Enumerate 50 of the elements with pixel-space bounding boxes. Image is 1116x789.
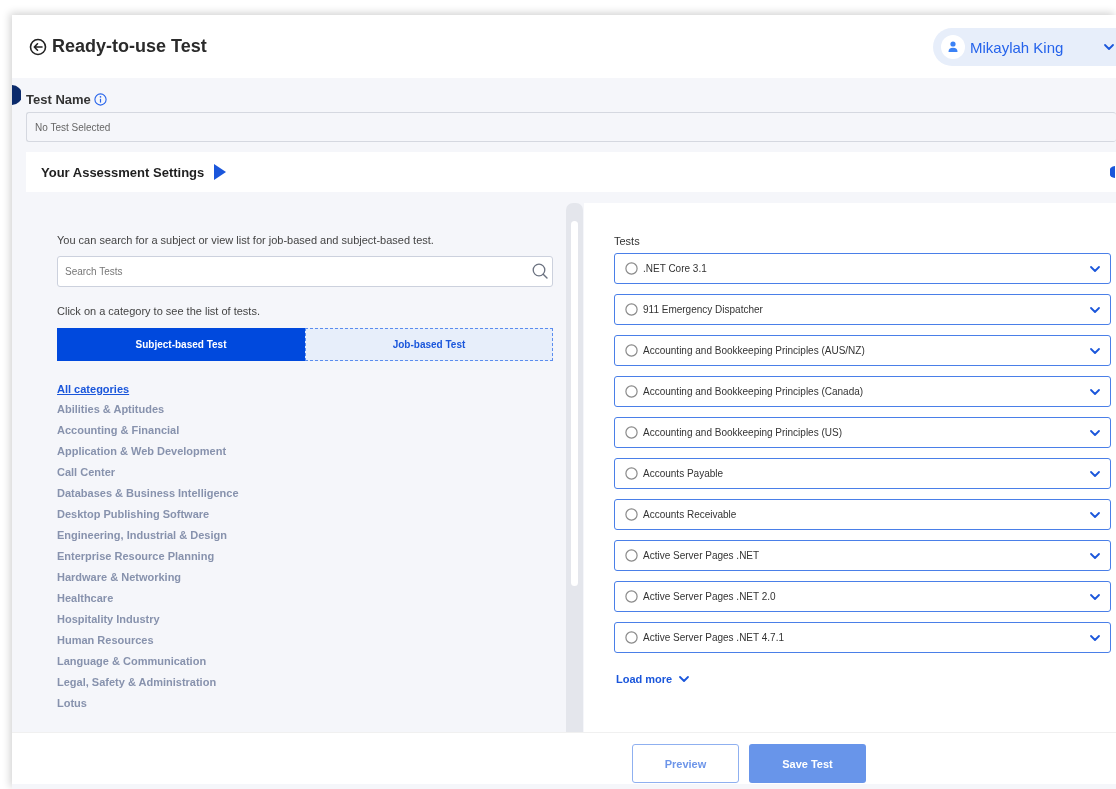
category-item[interactable]: Language & Communication	[57, 654, 207, 675]
category-item[interactable]: Call Center	[57, 465, 116, 486]
test-name-field[interactable]: No Test Selected	[26, 112, 1116, 142]
category-item[interactable]: Hardware & Networking	[57, 570, 182, 591]
test-type-tab[interactable]: Job-based Test	[305, 328, 553, 361]
test-name: Accounts Receivable	[643, 509, 738, 520]
test-item[interactable]: Accounts Payable	[614, 458, 1111, 489]
test-item[interactable]: 911 Emergency Dispatcher	[614, 294, 1111, 325]
category-item[interactable]: Engineering, Industrial & Design	[57, 528, 227, 549]
test-item[interactable]: Active Server Pages .NET 2.0	[614, 581, 1111, 612]
category-item[interactable]: Enterprise Resource Planning	[57, 549, 215, 570]
load-more-link[interactable]: Load more	[616, 673, 691, 685]
test-item[interactable]: Active Server Pages .NET 4.7.1	[614, 622, 1111, 653]
all-categories-link[interactable]: All categories	[57, 383, 130, 395]
category-item[interactable]: Legal, Safety & Administration	[57, 675, 217, 696]
save-button[interactable]: Save Test	[749, 744, 866, 783]
test-type-tab[interactable]: Subject-based Test	[57, 328, 305, 361]
preview-button[interactable]: Preview	[632, 744, 739, 783]
test-name: 911 Emergency Dispatcher	[643, 304, 764, 315]
settings-bar[interactable]: Your Assessment Settings	[26, 152, 1116, 192]
test-item[interactable]: Accounting and Bookkeeping Principles (Canada)	[614, 376, 1111, 407]
test-name: Accounts Payable	[643, 468, 725, 479]
test-name: Active Server Pages .NET	[643, 550, 761, 561]
category-item[interactable]: Application & Web Development	[57, 444, 227, 465]
test-item[interactable]: Active Server Pages .NET	[614, 540, 1111, 571]
test-name: Accounting and Bookkeeping Principles (AUS/NZ)	[643, 345, 866, 356]
test-item[interactable]: Accounting and Bookkeeping Principles (AUS/NZ)	[614, 335, 1111, 366]
category-item[interactable]: Accounting & Financial	[57, 423, 180, 444]
category-item[interactable]: Hospitality Industry	[57, 612, 160, 633]
test-item[interactable]: Accounts Receivable	[614, 499, 1111, 530]
test-item[interactable]: Accounting and Bookkeeping Principles (US)	[614, 417, 1111, 448]
field-label: Test Name	[26, 92, 91, 107]
test-name: Accounting and Bookkeeping Principles (US)	[643, 427, 843, 438]
category-item[interactable]: Lotus	[57, 696, 87, 717]
test-item[interactable]: .NET Core 3.1	[614, 253, 1111, 284]
category-item[interactable]: Desktop Publishing Software	[57, 507, 210, 528]
test-name: Active Server Pages .NET 4.7.1	[643, 632, 785, 643]
instruction-text: You can search for a subject or view list for job-based and subject-based test.	[57, 234, 435, 246]
category-item[interactable]: Human Resources	[57, 633, 154, 654]
instruction-text: Click on a category to see the list of tests.	[57, 305, 261, 317]
page-title: Ready-to-use Test	[52, 36, 207, 57]
test-name: Accounting and Bookkeeping Principles (Canada)	[643, 386, 865, 397]
user-menu[interactable]: Mikaylah King	[933, 28, 1116, 66]
category-item[interactable]: Databases & Business Intelligence	[57, 486, 239, 507]
category-item[interactable]: Abilities & Aptitudes	[57, 402, 165, 423]
category-item[interactable]: Healthcare	[57, 591, 114, 612]
test-name: Active Server Pages .NET 2.0	[643, 591, 777, 602]
test-name: .NET Core 3.1	[643, 263, 708, 274]
search-field[interactable]: Search Tests	[57, 256, 553, 287]
section-label: Tests	[614, 235, 641, 247]
